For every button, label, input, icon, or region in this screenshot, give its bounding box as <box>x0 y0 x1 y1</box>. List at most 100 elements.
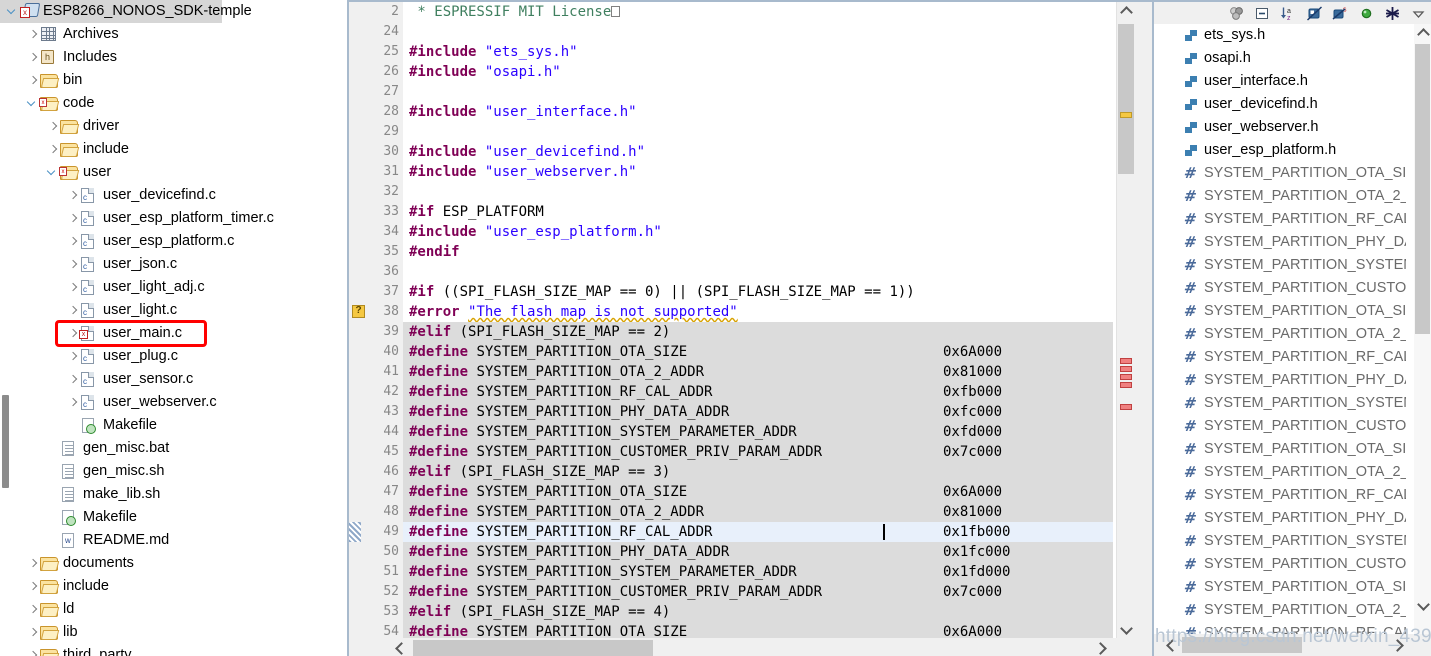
outline-scroll-left-icon[interactable] <box>1160 634 1180 656</box>
overview-error-marker-1[interactable] <box>1120 358 1132 364</box>
chevron-right-icon[interactable] <box>66 368 79 391</box>
code-line[interactable]: #define SYSTEM_PARTITION_SYSTEM_PARAMETE… <box>403 562 1113 582</box>
tree-item-third-party[interactable]: third_party <box>0 644 347 656</box>
editor-code-area[interactable]: * ESPRESSIF MIT License #include "ets_sys… <box>403 2 1113 638</box>
outline-scroll-up-icon[interactable] <box>1414 24 1431 41</box>
code-line[interactable]: #define SYSTEM_PARTITION_SYSTEM_PARAMETE… <box>403 422 1113 442</box>
hide-includes-icon[interactable] <box>1384 5 1401 22</box>
chevron-right-icon[interactable] <box>26 621 39 644</box>
scroll-down-icon[interactable] <box>1117 621 1134 638</box>
hide-fields-icon[interactable] <box>1228 5 1245 22</box>
tree-item-gen-misc-bat[interactable]: gen_misc.bat <box>0 437 347 460</box>
code-line[interactable]: #include "user_interface.h" <box>403 102 1113 122</box>
outline-item[interactable]: # SYSTEM_PARTITION_OTA_SIZE <box>1154 576 1406 599</box>
code-line[interactable]: #define SYSTEM_PARTITION_OTA_SIZE 0x6A000 <box>403 342 1113 362</box>
tree-item-includes[interactable]: Includes <box>0 46 347 69</box>
overview-error-marker-5[interactable] <box>1120 404 1132 410</box>
explorer-vertical-scrollbar-thumb[interactable] <box>2 395 9 488</box>
code-line[interactable]: #include "osapi.h" <box>403 62 1113 82</box>
collapsed-comment-icon[interactable] <box>611 6 621 17</box>
outline-item[interactable]: # SYSTEM_PARTITION_SYSTEM_PARAMETER_ADDR <box>1154 254 1406 277</box>
code-line[interactable]: #error "The flash map is not supported" <box>403 302 1113 322</box>
code-line[interactable]: #define SYSTEM_PARTITION_RF_CAL_ADDR 0xfb… <box>403 382 1113 402</box>
outline-item[interactable]: # SYSTEM_PARTITION_SYSTEM_PARAMETER_ADDR <box>1154 530 1406 553</box>
tree-item-include[interactable]: include <box>0 138 347 161</box>
outline-item[interactable]: # SYSTEM_PARTITION_OTA_2_ADDR <box>1154 461 1406 484</box>
chevron-down-icon[interactable] <box>6 0 19 23</box>
outline-item[interactable]: # SYSTEM_PARTITION_OTA_SIZE <box>1154 300 1406 323</box>
warning-marker-icon[interactable] <box>352 305 365 318</box>
tree-item-makefile[interactable]: Makefile <box>0 414 347 437</box>
code-line[interactable]: #endif <box>403 242 1113 262</box>
tree-item-gen-misc-sh[interactable]: gen_misc.sh <box>0 460 347 483</box>
scroll-up-icon[interactable] <box>1117 2 1134 19</box>
outline-horizontal-scrollbar[interactable] <box>1154 634 1431 656</box>
outline-item[interactable]: # SYSTEM_PARTITION_CUSTOMER_PRIV_PARAM_AD… <box>1154 277 1406 300</box>
outline-item[interactable]: # SYSTEM_PARTITION_OTA_2_ADDR <box>1154 599 1406 622</box>
outline-item[interactable]: # SYSTEM_PARTITION_OTA_2_ADDR <box>1154 185 1406 208</box>
chevron-right-icon[interactable] <box>26 575 39 598</box>
tree-item-archives[interactable]: Archives <box>0 23 347 46</box>
outline-item[interactable]: # SYSTEM_PARTITION_SYSTEM_PARAMETER_ADDR <box>1154 392 1406 415</box>
outline-item[interactable]: # SYSTEM_PARTITION_RF_CAL_ADDR <box>1154 346 1406 369</box>
overview-warning-marker[interactable] <box>1120 112 1132 118</box>
code-line[interactable] <box>403 182 1113 202</box>
sort-alphabetically-icon[interactable]: a z <box>1280 5 1297 22</box>
chevron-right-icon[interactable] <box>66 253 79 276</box>
outline-item[interactable]: # SYSTEM_PARTITION_OTA_2_ADDR <box>1154 323 1406 346</box>
tree-item-esp8266-nonos-sdk-temple[interactable]: x ESP8266_NONOS_SDK-temple <box>0 0 252 23</box>
chevron-right-icon[interactable] <box>26 69 39 92</box>
tree-item-bin[interactable]: bin <box>0 69 347 92</box>
chevron-right-icon[interactable] <box>66 276 79 299</box>
tree-item-documents[interactable]: documents <box>0 552 347 575</box>
tree-item-user-json-c[interactable]: user_json.c <box>0 253 347 276</box>
code-line[interactable]: #if ESP_PLATFORM <box>403 202 1113 222</box>
outline-item[interactable]: user_esp_platform.h <box>1154 139 1406 162</box>
outline-vertical-scrollbar[interactable] <box>1414 24 1431 636</box>
code-line[interactable]: #define SYSTEM_PARTITION_PHY_DATA_ADDR 0x… <box>403 542 1113 562</box>
chevron-right-icon[interactable] <box>26 644 39 656</box>
code-line[interactable]: #define SYSTEM_PARTITION_CUSTOMER_PRIV_P… <box>403 582 1113 602</box>
hide-macros-icon[interactable] <box>1358 5 1375 22</box>
code-line[interactable]: #include "user_esp_platform.h" <box>403 222 1113 242</box>
outline-item[interactable]: # SYSTEM_PARTITION_CUSTOMER_PRIV_PARAM_AD… <box>1154 415 1406 438</box>
tree-item-lib[interactable]: lib <box>0 621 347 644</box>
code-line[interactable]: #define SYSTEM_PARTITION_PHY_DATA_ADDR 0x… <box>403 402 1113 422</box>
tree-item-user-plug-c[interactable]: user_plug.c <box>0 345 347 368</box>
chevron-right-icon[interactable] <box>66 299 79 322</box>
overview-error-marker-3[interactable] <box>1120 374 1132 380</box>
tree-item-code[interactable]: x code <box>0 92 347 115</box>
view-menu-icon[interactable] <box>1410 5 1427 22</box>
tree-item-user-webserver-c[interactable]: user_webserver.c <box>0 391 347 414</box>
chevron-down-icon[interactable] <box>46 161 59 184</box>
outline-item[interactable]: # SYSTEM_PARTITION_OTA_SIZE <box>1154 162 1406 185</box>
outline-item[interactable]: user_webserver.h <box>1154 116 1406 139</box>
outline-scroll-down-icon[interactable] <box>1414 597 1431 614</box>
collapse-all-icon[interactable] <box>1254 5 1271 22</box>
tree-item-user-light-adj-c[interactable]: user_light_adj.c <box>0 276 347 299</box>
editor-vertical-scrollbar[interactable] <box>1116 2 1134 638</box>
outline-item[interactable]: # SYSTEM_PARTITION_PHY_DATA_ADDR <box>1154 369 1406 392</box>
code-line[interactable] <box>403 82 1113 102</box>
tree-item-user-sensor-c[interactable]: user_sensor.c <box>0 368 347 391</box>
tree-item-user[interactable]: x user <box>0 161 347 184</box>
chevron-right-icon[interactable] <box>66 184 79 207</box>
code-line[interactable]: #define SYSTEM_PARTITION_OTA_2_ADDR 0x810… <box>403 502 1113 522</box>
editor-vscroll-thumb[interactable] <box>1118 24 1134 174</box>
outline-item-list[interactable]: ets_sys.h osapi.h user_interface.h user_dev… <box>1154 24 1406 636</box>
outline-item[interactable]: # SYSTEM_PARTITION_PHY_DATA_ADDR <box>1154 507 1406 530</box>
code-line[interactable]: #define SYSTEM_PARTITION_RF_CAL_ADDR 0x1f… <box>403 522 1113 542</box>
outline-hscroll-thumb[interactable] <box>1182 637 1302 653</box>
chevron-right-icon[interactable] <box>46 115 59 138</box>
outline-item[interactable]: user_devicefind.h <box>1154 93 1406 116</box>
chevron-right-icon[interactable] <box>26 598 39 621</box>
tree-item-user-light-c[interactable]: user_light.c <box>0 299 347 322</box>
chevron-right-icon[interactable] <box>26 552 39 575</box>
editor-hscroll-thumb[interactable] <box>413 640 653 656</box>
tree-item-user-devicefind-c[interactable]: user_devicefind.c <box>0 184 347 207</box>
outline-item[interactable]: # SYSTEM_PARTITION_PHY_DATA_ADDR <box>1154 231 1406 254</box>
code-line[interactable]: * ESPRESSIF MIT License <box>403 2 1113 22</box>
outline-item[interactable]: # SYSTEM_PARTITION_RF_CAL_ADDR <box>1154 208 1406 231</box>
code-line[interactable]: #define SYSTEM_PARTITION_OTA_SIZE 0x6A000 <box>403 622 1113 638</box>
chevron-right-icon[interactable] <box>46 138 59 161</box>
